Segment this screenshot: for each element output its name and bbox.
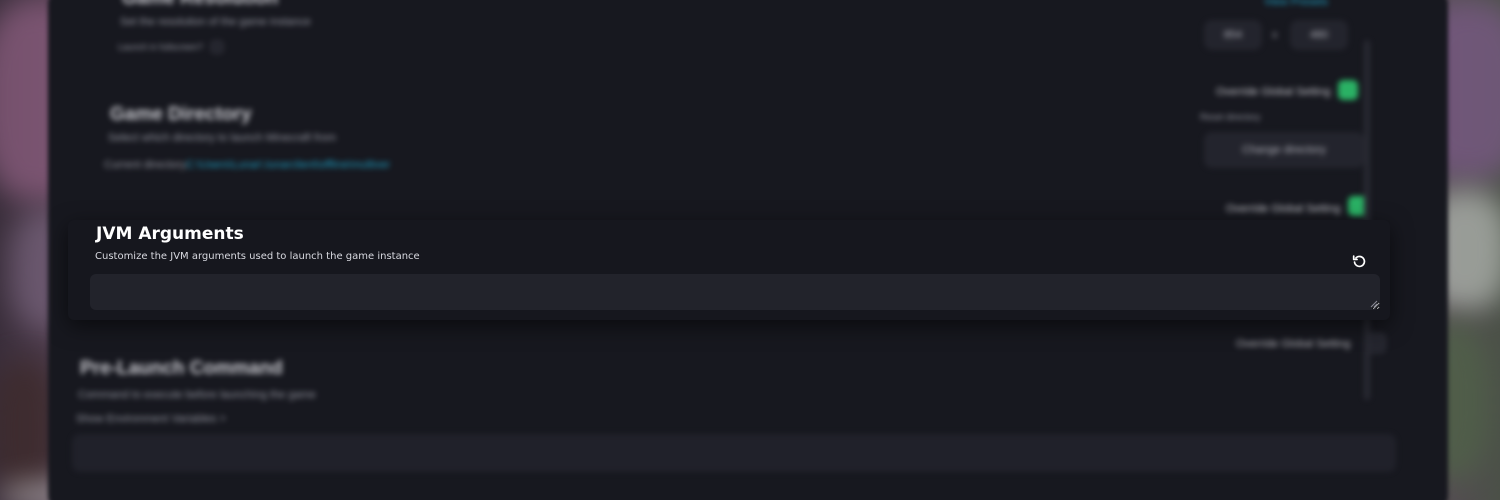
change-directory-button[interactable]: Change directory [1204, 132, 1364, 168]
current-directory-path[interactable]: C:\Users\Lunar\.lunarclient\offline\mult… [186, 159, 390, 171]
jvm-arguments-card: JVM Arguments Customize the JVM argument… [68, 220, 1390, 320]
height-input[interactable]: 480 [1290, 20, 1348, 50]
jvm-override-label: Override Global Setting [1226, 203, 1341, 215]
resolution-separator: x [1272, 29, 1278, 41]
environment-variables-link[interactable]: Show Environment Variables > [76, 413, 226, 425]
jvm-arguments-input[interactable] [90, 274, 1380, 310]
directory-override-checkbox[interactable] [1338, 80, 1358, 100]
reset-icon [1352, 254, 1365, 267]
width-input[interactable]: 854 [1204, 20, 1262, 50]
resize-handle-icon[interactable] [1370, 300, 1378, 308]
prelaunch-title: Pre-Launch Command [80, 358, 283, 379]
resolution-title: Game Resolution [122, 0, 278, 10]
directory-title: Game Directory [110, 104, 252, 125]
directory-description: Select which directory to launch Minecra… [108, 132, 337, 144]
fullscreen-checkbox[interactable] [210, 40, 224, 54]
directory-override-label: Override Global Setting [1216, 86, 1331, 98]
fullscreen-label: Launch in fullscreen? [118, 42, 204, 52]
resolution-description: Set the resolution of the game instance [120, 16, 311, 28]
prelaunch-description: Command to execute before launching the … [78, 389, 316, 401]
prelaunch-override-label: Override Global Setting [1236, 338, 1351, 350]
view-presets-link[interactable]: View Presets [1264, 0, 1328, 8]
reset-directory-link[interactable]: Reset directory [1200, 112, 1261, 122]
jvm-arguments-title: JVM Arguments [96, 224, 244, 244]
reset-jvm-arguments-button[interactable] [1348, 250, 1370, 272]
jvm-arguments-description: Customize the JVM arguments used to laun… [95, 251, 420, 262]
current-directory-label: Current directory: [104, 159, 189, 171]
prelaunch-command-input[interactable] [72, 434, 1396, 472]
